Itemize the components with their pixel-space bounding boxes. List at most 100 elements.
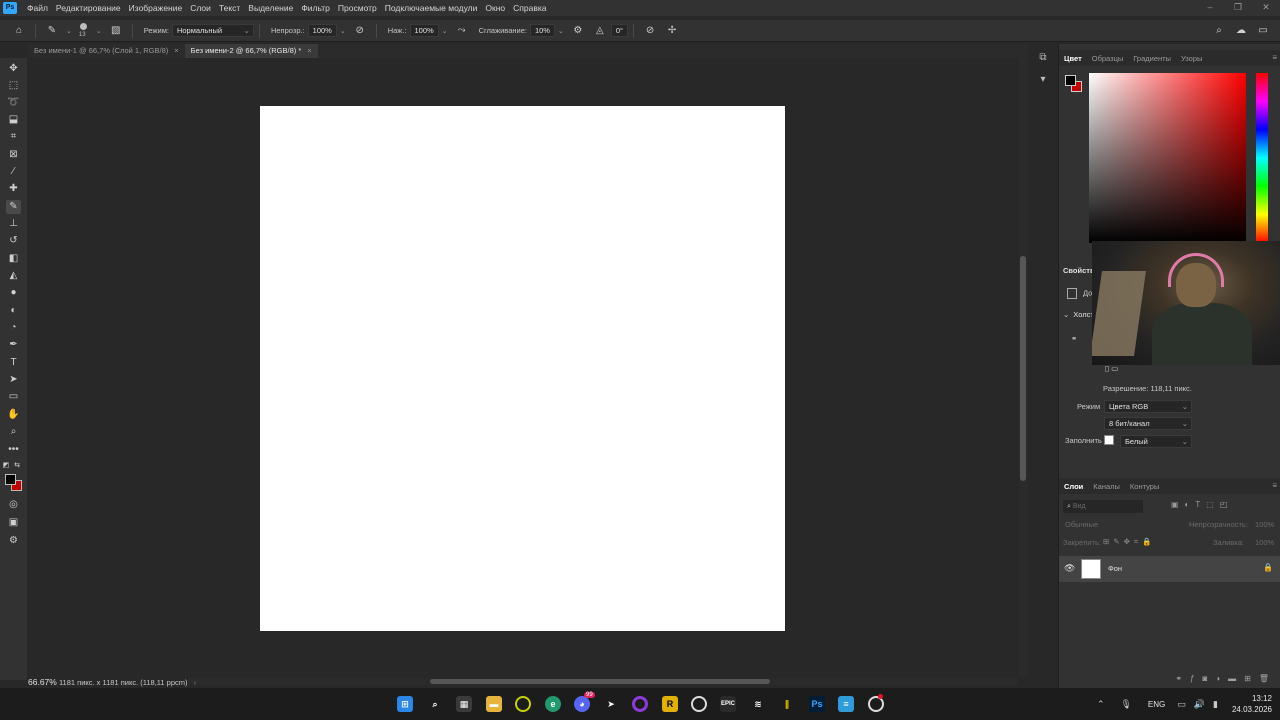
- type-tool-icon[interactable]: T: [6, 356, 21, 370]
- hue-slider[interactable]: [1256, 73, 1268, 243]
- fill-select[interactable]: Белый ⌄: [1120, 435, 1192, 448]
- chevron-down-icon[interactable]: ⌄: [96, 27, 102, 35]
- menu-filter[interactable]: Фильтр: [297, 3, 334, 13]
- scrollbar-thumb[interactable]: [1020, 256, 1026, 481]
- smoothing-settings-icon[interactable]: ⚙: [571, 24, 585, 38]
- healing-brush-tool-icon[interactable]: ✚: [6, 182, 21, 196]
- zoom-tool-icon[interactable]: ⌕: [6, 425, 21, 439]
- pressure-size-icon[interactable]: ⊘: [643, 24, 657, 38]
- brush-settings-icon[interactable]: ▧: [109, 24, 123, 38]
- swap-colors-icon[interactable]: ⇆: [13, 459, 21, 473]
- epic-games-icon[interactable]: EPIC: [720, 696, 736, 712]
- search-icon[interactable]: ⌕: [1212, 24, 1226, 38]
- menu-layers[interactable]: Слои: [186, 3, 215, 13]
- history-panel-icon[interactable]: ⧉: [1035, 50, 1051, 66]
- canvas-area[interactable]: [28, 58, 1018, 676]
- app-circle-icon[interactable]: [515, 696, 531, 712]
- history-brush-tool-icon[interactable]: ↺: [6, 234, 21, 248]
- workspace-icon[interactable]: ▭: [1256, 24, 1270, 38]
- vertical-scrollbar[interactable]: [1019, 58, 1028, 676]
- network-icon[interactable]: ▭: [1177, 699, 1186, 710]
- chevron-down-icon[interactable]: ⌄: [558, 27, 564, 35]
- close-icon[interactable]: ×: [174, 44, 178, 58]
- photoshop-taskbar-icon[interactable]: Ps: [809, 696, 825, 712]
- clone-stamp-tool-icon[interactable]: ⊥: [6, 217, 21, 231]
- clock[interactable]: 13:12 24.03.2026: [1232, 693, 1272, 715]
- language-indicator[interactable]: ENG: [1148, 700, 1165, 709]
- color-mode-select[interactable]: Цвета RGB ⌄: [1104, 400, 1192, 413]
- pressure-opacity-icon[interactable]: ⊘: [353, 24, 367, 38]
- tab-layers[interactable]: Слои: [1059, 482, 1088, 491]
- menu-text[interactable]: Текст: [215, 3, 244, 13]
- tab-gradients[interactable]: Градиенты: [1128, 54, 1176, 63]
- blend-mode-select[interactable]: Нормальный ⌄: [171, 24, 254, 37]
- foreground-color-swatch[interactable]: [1065, 75, 1076, 86]
- battery-icon[interactable]: ▮: [1213, 699, 1218, 710]
- foreground-color-swatch[interactable]: [5, 474, 16, 485]
- discord-icon[interactable]: ◕: [574, 696, 590, 712]
- scrollbar-thumb[interactable]: [430, 679, 770, 684]
- smoothing-field[interactable]: 10%: [529, 24, 555, 37]
- panel-menu-icon[interactable]: ≡: [1272, 53, 1277, 62]
- menu-file[interactable]: Файл: [23, 3, 52, 13]
- telegram-icon[interactable]: ➤: [603, 696, 619, 712]
- menu-help[interactable]: Справка: [509, 3, 550, 13]
- rectangle-tool-icon[interactable]: ▭: [6, 390, 21, 404]
- microphone-icon[interactable]: 🎙: [1120, 699, 1131, 710]
- layer-opacity-value[interactable]: 100%: [1255, 520, 1279, 534]
- doc-tab-2[interactable]: Без имени-2 @ 66,7% (RGB/8) * ×: [184, 44, 318, 58]
- chevron-right-icon[interactable]: ›: [194, 678, 197, 687]
- minimize-icon[interactable]: –: [1196, 0, 1224, 16]
- eyedropper-tool-icon[interactable]: ⁄: [6, 165, 21, 179]
- menu-edit[interactable]: Редактирование: [52, 3, 125, 13]
- eraser-tool-icon[interactable]: ◧: [6, 252, 21, 266]
- link-icon[interactable]: ⚭: [1071, 334, 1081, 348]
- lock-icons[interactable]: ⊞✎✥⌗🔒: [1103, 537, 1173, 551]
- edge-browser-icon[interactable]: e: [545, 696, 561, 712]
- layer-filter-icons[interactable]: ▣◐T⬚◰: [1171, 500, 1233, 509]
- menu-window[interactable]: Окно: [481, 3, 509, 13]
- crop-tool-icon[interactable]: ⌗: [6, 130, 21, 144]
- layer-name[interactable]: Фон: [1108, 564, 1122, 573]
- menu-plugins[interactable]: Подключаемые модули: [381, 3, 482, 13]
- chevron-down-icon[interactable]: ⌄: [66, 27, 72, 35]
- steam-icon[interactable]: ≋: [750, 696, 766, 712]
- tab-patterns[interactable]: Узоры: [1176, 54, 1207, 63]
- color-saturation-field[interactable]: [1089, 73, 1246, 243]
- frame-tool-icon[interactable]: ⊠: [6, 148, 21, 162]
- restore-icon[interactable]: ❐: [1224, 0, 1252, 16]
- edit-toolbar-icon[interactable]: ⚙: [6, 534, 21, 548]
- file-explorer-icon[interactable]: ▬: [486, 696, 502, 712]
- chevron-down-icon[interactable]: ⌄: [340, 27, 346, 35]
- tab-swatches[interactable]: Образцы: [1087, 54, 1129, 63]
- layer-filter-search[interactable]: ⌕ Вид: [1063, 500, 1143, 513]
- lasso-tool-icon[interactable]: ➰: [6, 96, 21, 110]
- menu-view[interactable]: Просмотр: [334, 3, 381, 13]
- tab-color[interactable]: Цвет: [1059, 54, 1087, 63]
- volume-icon[interactable]: 🔊: [1194, 699, 1205, 710]
- tab-paths[interactable]: Контуры: [1125, 482, 1164, 491]
- menu-select[interactable]: Выделение: [244, 3, 297, 13]
- app-ring-icon[interactable]: [691, 696, 707, 712]
- brush-tool-preset-icon[interactable]: ✎: [45, 24, 59, 38]
- orientation-icons[interactable]: ▯ ▭: [1105, 364, 1135, 378]
- burn-tool-icon[interactable]: ◔: [6, 321, 21, 335]
- chevron-up-icon[interactable]: ⌃: [1097, 699, 1105, 710]
- windows-start-icon[interactable]: ⊞: [397, 696, 413, 712]
- menu-image[interactable]: Изображение: [125, 3, 187, 13]
- panel-menu-icon[interactable]: ≡: [1272, 481, 1277, 490]
- close-icon[interactable]: ✕: [1252, 0, 1280, 16]
- default-colors-icon[interactable]: ◩: [2, 459, 10, 473]
- symmetry-icon[interactable]: ✢: [665, 24, 679, 38]
- dodge-tool-icon[interactable]: ◐: [6, 304, 21, 318]
- home-icon[interactable]: ⌂: [12, 24, 26, 38]
- app-bars-icon[interactable]: ∥: [779, 696, 795, 712]
- search-icon[interactable]: ⌕: [427, 696, 443, 712]
- document-canvas[interactable]: [260, 106, 785, 631]
- eye-icon[interactable]: 👁: [1064, 563, 1075, 574]
- angle-field[interactable]: 0°: [610, 24, 629, 37]
- close-icon[interactable]: ×: [307, 44, 311, 58]
- zoom-level[interactable]: 66.67%: [28, 677, 57, 687]
- path-select-tool-icon[interactable]: ➤: [6, 373, 21, 387]
- brush-tool-icon[interactable]: ✎: [6, 200, 21, 214]
